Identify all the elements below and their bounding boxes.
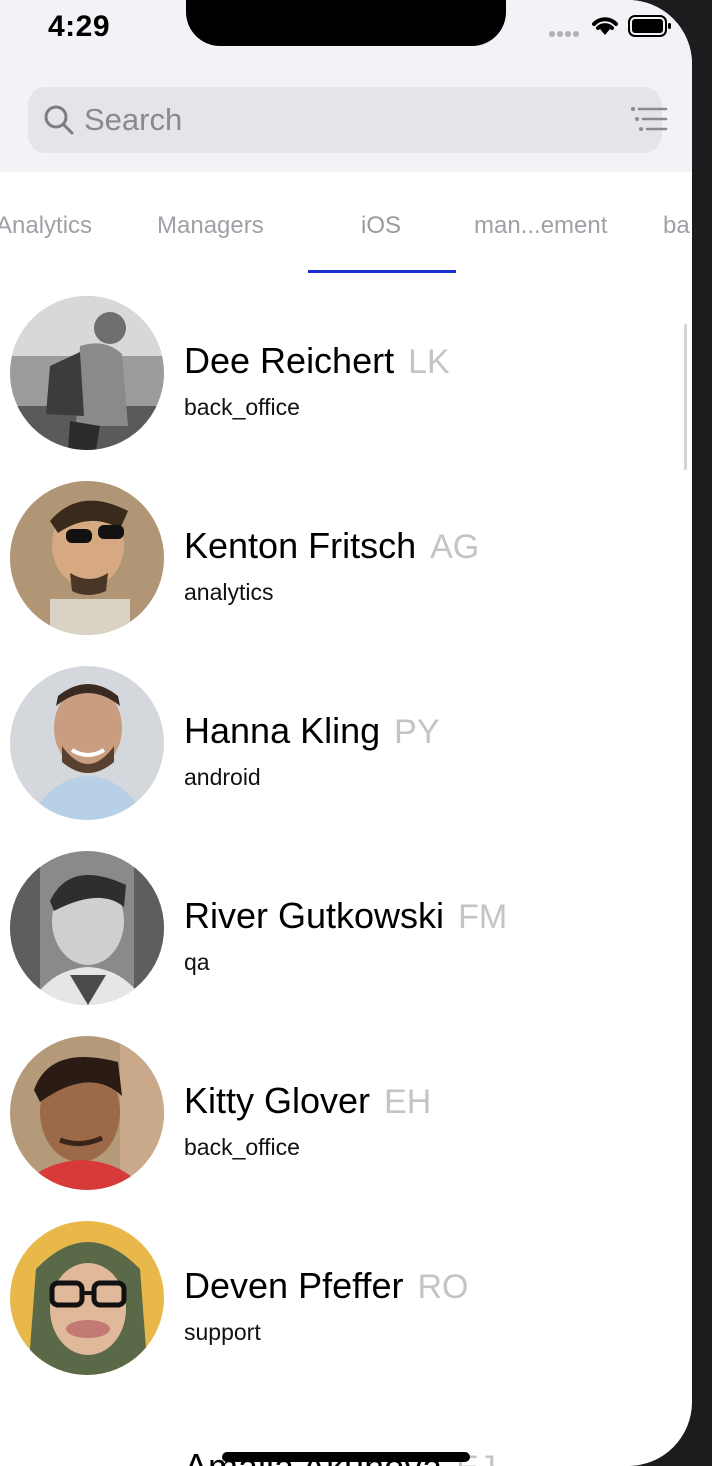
list-item[interactable]: Kenton Fritsch AG analytics [0,459,692,644]
contact-code: EH [384,1083,432,1121]
avatar [10,296,164,450]
list-item[interactable]: River Gutkowski FM qa [0,829,692,1014]
contact-name: River Gutkowski [184,895,445,936]
tab-managers[interactable]: Managers [157,212,264,240]
contact-department: android [184,764,261,790]
contact-name: Deven Pfeffer [184,1265,404,1306]
contact-name-line: River Gutkowski FM [184,895,507,937]
contact-department: back_office [184,394,300,420]
avatar [10,481,164,635]
contact-name: Kenton Fritsch [184,525,417,566]
scroll-indicator[interactable] [684,324,687,470]
tab-management[interactable]: man...ement [474,212,607,240]
status-time: 4:29 [48,10,111,43]
tab-back-office[interactable]: ba [663,212,690,240]
contact-department: qa [184,949,210,975]
contact-code: RO [417,1268,469,1306]
tab-ios[interactable]: iOS [361,212,401,240]
avatar [10,851,164,1005]
contact-name: Dee Reichert [184,340,395,381]
list-item[interactable]: Deven Pfeffer RO support [0,1199,692,1384]
contact-department: analytics [184,579,274,605]
contact-department: back_office [184,1134,300,1160]
wifi-icon [592,17,618,35]
list-item[interactable]: Kitty Glover EH back_office [0,1014,692,1199]
list-item[interactable]: Hanna Kling PY android [0,644,692,829]
contact-department: support [184,1319,261,1345]
contact-name-line: Dee Reichert LK [184,340,450,382]
battery-icon [628,15,671,37]
phone-screen: 4:29 Analytics Managers [0,0,692,1466]
contact-name: Kitty Glover [184,1080,371,1121]
contact-name-line: Deven Pfeffer RO [184,1265,468,1307]
contact-code: PY [394,713,440,751]
device-notch [186,0,506,46]
contact-code: AG [430,528,480,566]
active-tab-indicator [308,270,456,273]
search-icon [44,105,74,135]
search-bar[interactable] [28,87,668,153]
contact-name-line: Kenton Fritsch AG [184,525,479,567]
avatar [10,666,164,820]
contact-name: Hanna Kling [184,710,381,751]
cellular-signal-icon [549,31,579,37]
list-item[interactable]: Dee Reichert LK back_office [0,274,692,459]
avatar [10,1036,164,1190]
tab-analytics[interactable]: Analytics [0,212,92,240]
department-tabs: Analytics Managers iOS man...ement ba [0,172,692,274]
home-indicator[interactable] [222,1452,470,1462]
filter-list-icon[interactable] [630,105,668,135]
contact-name-line: Hanna Kling PY [184,710,440,752]
contact-name-line: Kitty Glover EH [184,1080,431,1122]
search-input[interactable] [84,87,604,153]
contact-code: FM [458,898,508,936]
avatar [10,1221,164,1375]
contact-code: LK [408,343,450,381]
